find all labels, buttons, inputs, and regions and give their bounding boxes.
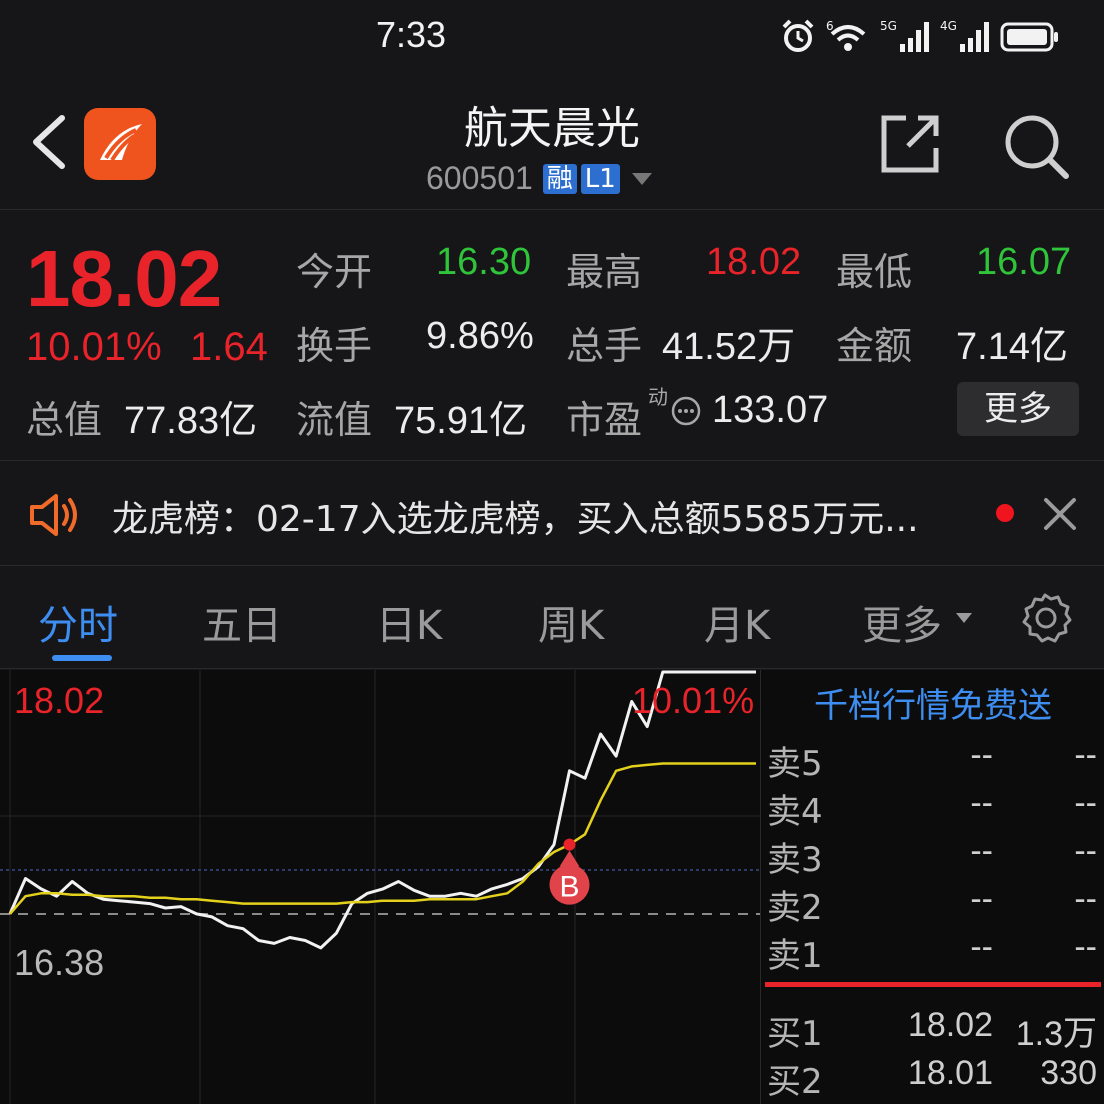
bid-row: 买2 18.01 330	[761, 1054, 1104, 1102]
status-time: 7:33	[376, 14, 447, 55]
tab-more[interactable]: 更多	[862, 593, 942, 651]
level2-promo-link[interactable]: 千档行情免费送	[761, 678, 1104, 727]
close-icon[interactable]	[1040, 494, 1080, 534]
order-book: 千档行情免费送 卖5 -- -- 卖4 -- -- 卖3 -- -- 卖2 --…	[760, 670, 1104, 1104]
tab-five-day[interactable]: 五日	[202, 593, 282, 651]
share-icon[interactable]	[878, 112, 942, 176]
level-tag: L1	[580, 163, 620, 194]
ask-row: 卖1 -- --	[761, 928, 1104, 976]
notice-text[interactable]: 龙虎榜：02-17入选龙虎榜，买入总额5585万元...	[112, 490, 919, 542]
ask-row: 卖4 -- --	[761, 784, 1104, 832]
speaker-icon	[30, 494, 77, 536]
order-book-divider	[765, 982, 1101, 987]
chart-prev-close-label: 16.38	[14, 942, 105, 983]
bid-volume: 1.3万	[1015, 1015, 1097, 1053]
current-price: 18.02	[26, 234, 222, 323]
status-bar: 7:33 6 5G 4G	[0, 0, 1104, 72]
ask-volume: --	[1074, 784, 1097, 822]
notice-bar[interactable]: 龙虎榜：02-17入选龙虎榜，买入总额5585万元...	[0, 462, 1104, 566]
pe-value: 133.07	[712, 389, 829, 431]
ask-row: 卖5 -- --	[761, 736, 1104, 784]
ask-volume: --	[1074, 880, 1097, 918]
tab-intraday[interactable]: 分时	[38, 593, 118, 651]
ask-row: 卖2 -- --	[761, 880, 1104, 928]
quote-panel: 18.02 10.01% 1.64 今开 16.30 最高 18.02 最低 1…	[0, 211, 1104, 461]
tab-weekly-k[interactable]: 周K	[538, 593, 604, 651]
market-cap-value: 77.83亿	[124, 400, 258, 442]
bid-price: 18.01	[907, 1054, 993, 1092]
alarm-icon	[782, 19, 814, 52]
chart-max-label: 18.02	[14, 680, 105, 721]
gear-icon[interactable]	[1018, 591, 1072, 645]
ask-label: 卖4	[767, 792, 823, 832]
signal-4g-icon: 4G	[940, 19, 989, 52]
amount-label: 金额	[836, 324, 913, 368]
pe-label: 市盈	[566, 398, 643, 442]
ask-label: 卖3	[767, 840, 823, 880]
stock-header: 航天晨光 600501 融 L1	[0, 72, 1104, 210]
bid-row: 买1 18.02 1.3万	[761, 1006, 1104, 1054]
change-value: 1.64	[190, 325, 268, 369]
high-label: 最高	[566, 250, 643, 294]
average-price-line	[9, 762, 756, 915]
intraday-chart[interactable]: B 18.02 10.01% 16.38	[0, 670, 760, 1104]
low-value: 16.07	[976, 241, 1072, 283]
bid-label: 买2	[767, 1062, 823, 1102]
volume-label: 总手	[566, 324, 643, 368]
signal2-label: 4G	[940, 19, 957, 33]
amount-value: 7.14亿	[956, 326, 1068, 368]
signal1-label: 5G	[880, 19, 897, 33]
ask-volume: --	[1074, 736, 1097, 774]
signal-5g-icon: 5G	[880, 19, 929, 52]
stock-code: 600501	[426, 160, 533, 196]
pe-info-icon[interactable]	[670, 395, 702, 427]
ask-volume: --	[1074, 928, 1097, 966]
stock-code-row[interactable]: 600501 融 L1	[426, 160, 652, 197]
ask-price: --	[970, 832, 993, 870]
market-cap-label: 总值	[26, 398, 103, 442]
wifi-icon: 6	[826, 19, 866, 51]
ask-row: 卖3 -- --	[761, 832, 1104, 880]
ask-label: 卖2	[767, 888, 823, 928]
ask-price: --	[970, 928, 993, 966]
ask-label: 卖5	[767, 744, 823, 784]
ask-label: 卖1	[767, 936, 823, 976]
bid-volume: 330	[1040, 1054, 1097, 1092]
status-icons: 6 5G 4G	[780, 16, 1060, 56]
bid-price: 18.02	[907, 1006, 993, 1044]
buy-marker-label: B	[559, 871, 579, 904]
turnover-label: 换手	[296, 324, 373, 368]
margin-tag: 融	[542, 163, 577, 194]
change-percent: 10.01%	[26, 325, 162, 369]
more-button[interactable]: 更多	[957, 382, 1079, 436]
tab-more-caret-icon[interactable]	[956, 613, 972, 625]
ask-volume: --	[1074, 832, 1097, 870]
unread-dot	[996, 504, 1014, 522]
active-tab-indicator	[52, 655, 112, 661]
pe-dynamic-sup: 动	[648, 385, 668, 409]
open-label: 今开	[296, 250, 373, 294]
low-label: 最低	[836, 250, 913, 294]
intraday-chart-svg[interactable]: B	[0, 670, 760, 1104]
high-value: 18.02	[706, 241, 802, 283]
ask-price: --	[970, 784, 993, 822]
ask-price: --	[970, 736, 993, 774]
float-cap-value: 75.91亿	[394, 400, 528, 442]
tab-monthly-k[interactable]: 月K	[704, 593, 770, 651]
open-value: 16.30	[436, 241, 532, 283]
float-cap-label: 流值	[296, 398, 373, 442]
bid-label: 买1	[767, 1014, 823, 1054]
volume-value: 41.52万	[662, 326, 796, 368]
ask-price: --	[970, 880, 993, 918]
tab-daily-k[interactable]: 日K	[376, 593, 442, 651]
turnover-value: 9.86%	[426, 315, 534, 357]
battery-icon	[1000, 22, 1058, 52]
search-icon[interactable]	[1000, 110, 1072, 182]
chevron-down-icon[interactable]	[631, 172, 652, 185]
chart-tabs: 分时 五日 日K 周K 月K 更多	[0, 567, 1104, 669]
buy-marker-stem	[559, 850, 580, 867]
chart-max-pct-label: 10.01%	[632, 680, 755, 721]
wifi-label: 6	[826, 19, 834, 33]
buy-marker-dot	[563, 838, 576, 851]
